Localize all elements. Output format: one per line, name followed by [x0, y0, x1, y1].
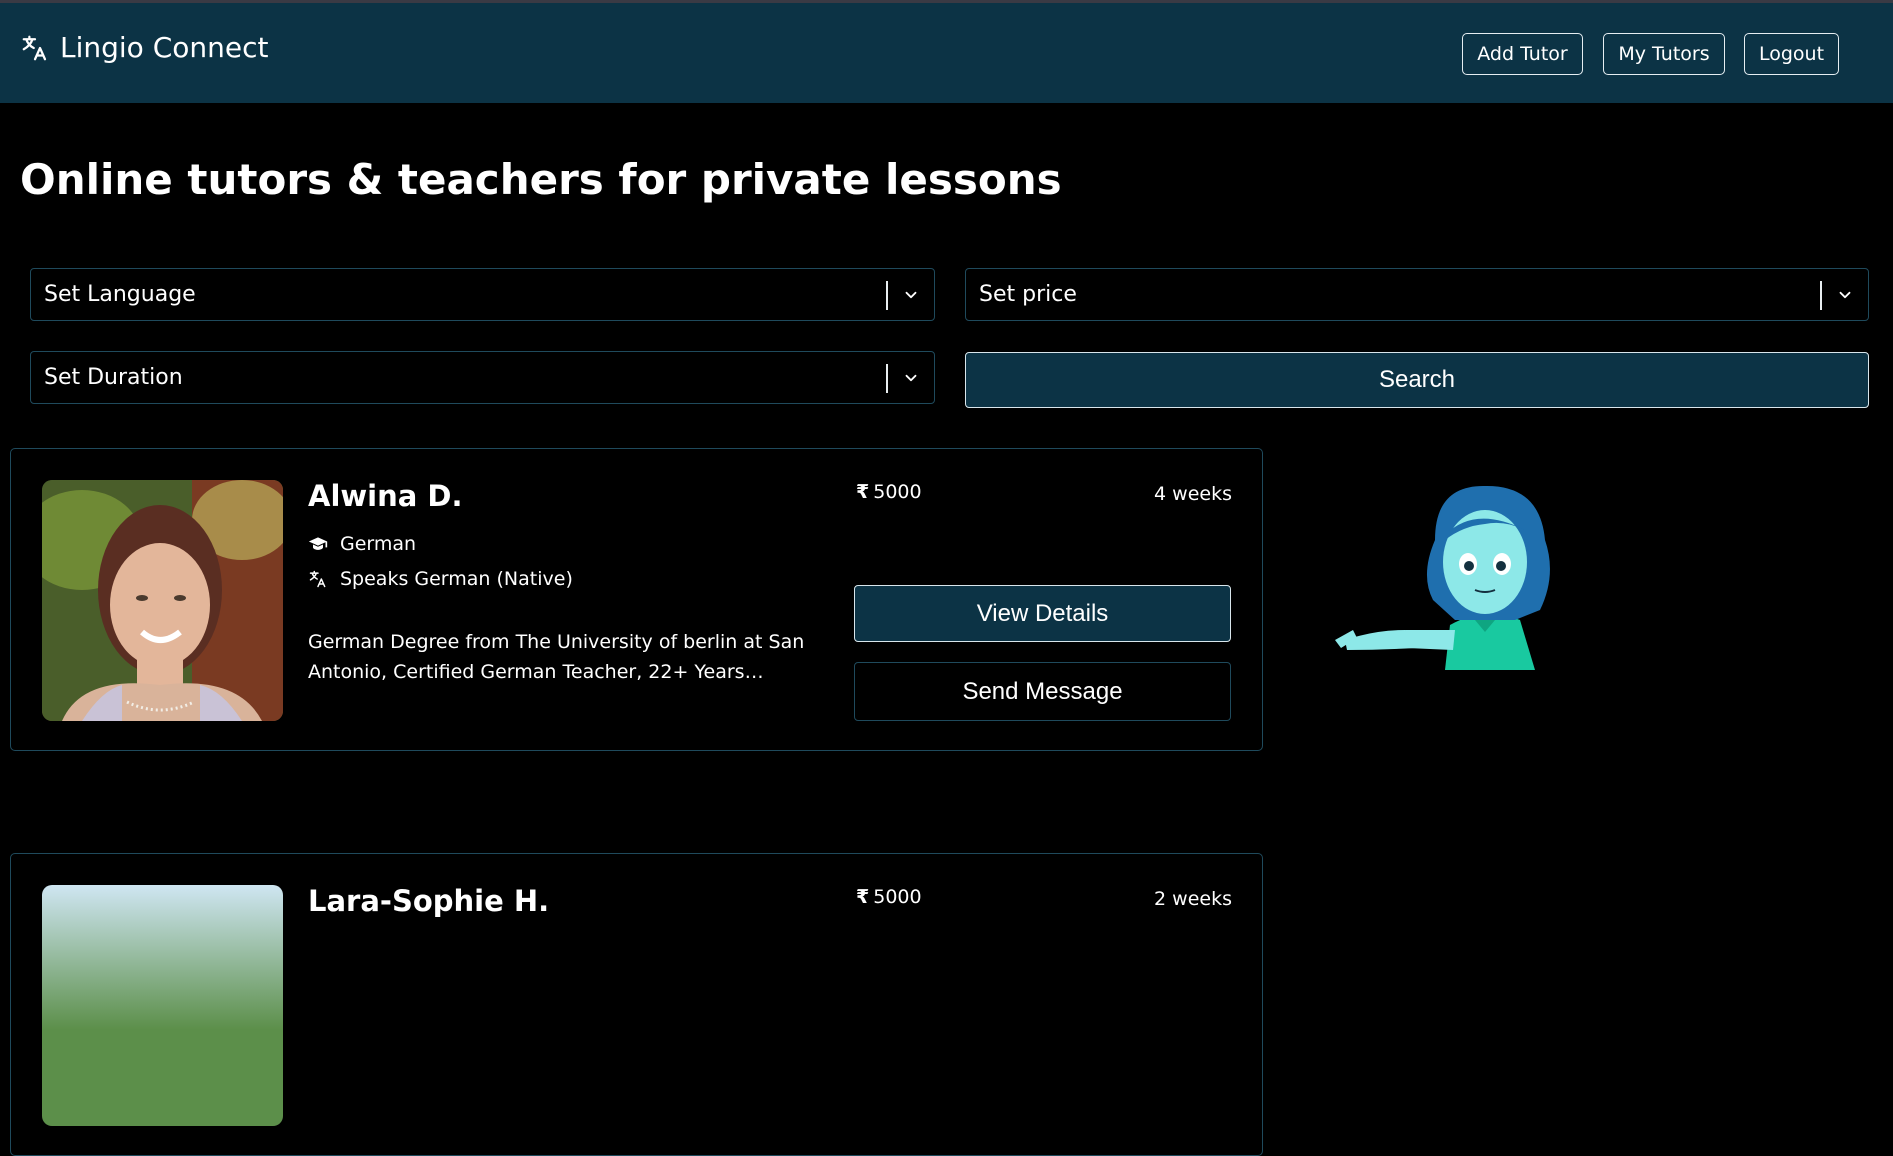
tutor-description: German Degree from The University of ber…	[308, 631, 805, 683]
chevron-down-icon	[905, 374, 917, 382]
duration-select[interactable]: Set Duration	[30, 351, 935, 404]
send-message-button[interactable]: Send Message	[854, 662, 1231, 721]
tutor-duration: 2 weeks	[1154, 888, 1232, 910]
translate-icon	[22, 35, 47, 60]
add-tutor-button[interactable]: Add Tutor	[1462, 33, 1583, 75]
chevron-down-icon	[1839, 291, 1851, 299]
tutor-duration: 4 weeks	[1154, 483, 1232, 505]
graduation-cap-icon	[308, 537, 328, 550]
tutor-languages: Speaks German (Native)	[308, 568, 573, 590]
tutor-illustration	[1335, 485, 1550, 670]
my-tutors-button[interactable]: My Tutors	[1603, 33, 1725, 75]
language-select-value: Set Language	[44, 282, 196, 307]
select-divider	[886, 364, 888, 393]
brand-name: Lingio Connect	[60, 31, 269, 64]
translate-icon	[309, 570, 326, 588]
tutor-price-value: 5000	[873, 886, 922, 908]
tutor-name: Alwina D.	[308, 479, 463, 513]
tutor-photo	[42, 480, 283, 721]
logout-button[interactable]: Logout	[1744, 33, 1839, 75]
tutor-subject-text: German	[340, 533, 417, 555]
select-divider	[1820, 281, 1822, 310]
price-select-value: Set price	[979, 282, 1077, 307]
navbar: Lingio Connect Add Tutor My Tutors Logou…	[0, 3, 1893, 103]
tutor-avatar	[42, 885, 283, 1126]
tutor-card: Alwina D. German Speaks German (Native) …	[10, 448, 1263, 751]
page-title: Online tutors & teachers for private les…	[20, 155, 1062, 204]
tutor-name: Lara-Sophie H.	[308, 884, 550, 918]
tutor-avatar	[42, 480, 283, 721]
tutor-price: ₹ 5000	[856, 481, 922, 503]
price-select[interactable]: Set price	[965, 268, 1869, 321]
language-select[interactable]: Set Language	[30, 268, 935, 321]
chevron-down-icon	[905, 291, 917, 299]
duration-select-value: Set Duration	[44, 365, 183, 390]
tutor-price: ₹ 5000	[856, 886, 922, 908]
tutor-price-value: 5000	[873, 481, 922, 503]
rupee-icon: ₹	[856, 886, 870, 908]
tutor-speaks-text: Speaks German (Native)	[340, 568, 573, 590]
view-details-button[interactable]: View Details	[854, 585, 1231, 642]
tutor-subject: German	[308, 533, 416, 555]
rupee-icon: ₹	[856, 481, 870, 503]
brand-link[interactable]: Lingio Connect	[20, 31, 268, 64]
search-button[interactable]: Search	[965, 352, 1869, 408]
select-divider	[886, 281, 888, 310]
tutor-card: Lara-Sophie H. ₹ 5000 2 weeks	[10, 853, 1263, 1156]
